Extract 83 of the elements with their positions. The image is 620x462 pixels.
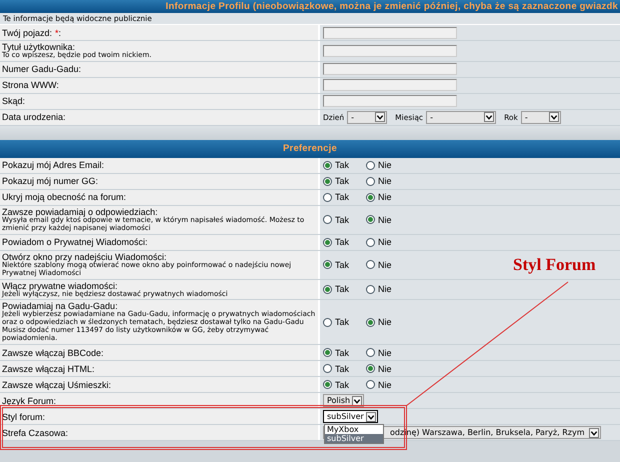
field-label: Pokazuj mój numer GG: <box>2 176 100 186</box>
annotation-label: Styl Forum <box>513 255 596 276</box>
dropdown[interactable]: Polish <box>323 394 364 408</box>
option-label: Tak <box>335 348 350 358</box>
field-label: Zawsze włączaj BBCode: <box>2 348 105 358</box>
radio-button[interactable] <box>366 238 375 247</box>
option-label: Tak <box>335 284 350 294</box>
field-label: Strona WWW: <box>2 80 60 90</box>
radio-button[interactable] <box>323 380 332 390</box>
caret-icon <box>589 428 599 438</box>
field-label: Twój pojazd: *: <box>2 28 62 38</box>
radio-button[interactable] <box>323 160 332 170</box>
caret-icon <box>548 112 559 122</box>
field-label: Otwórz okno przy nadejściu Wiadomości: <box>2 252 167 262</box>
option-label: Nie <box>378 348 392 358</box>
option-label: Tak <box>335 364 350 374</box>
field-label: Powiadom o Prywatnej Wiadomości: <box>2 237 149 248</box>
option-label: Tak <box>335 176 350 186</box>
caret-icon <box>484 112 494 122</box>
field-label: Data urodzenia: <box>2 112 67 122</box>
radio-button[interactable] <box>323 364 332 374</box>
input-field[interactable] <box>323 26 457 38</box>
field-label: Styl forum: <box>2 412 46 422</box>
option-label: Tak <box>335 380 350 390</box>
radio-button[interactable] <box>323 348 332 358</box>
field-label: Zawsze włączaj HTML: <box>2 364 96 374</box>
radio-button[interactable] <box>323 318 332 327</box>
input-field[interactable] <box>323 79 457 92</box>
dropdown[interactable]: - <box>347 110 388 124</box>
input-field[interactable] <box>323 95 457 108</box>
option-label: Nie <box>378 364 392 374</box>
section-title: Informacje Profilu (nieobowiązkowe, można je zmienić później, chyba że są zaznaczone gwiazdk <box>0 0 620 13</box>
field-label: Skąd: <box>2 96 26 106</box>
radio-button[interactable] <box>366 160 375 170</box>
option-label: Nie <box>378 260 392 270</box>
field-label: Strefa Czasowa: <box>2 428 70 438</box>
field-label: Ukryj moją obecność na forum: <box>2 192 128 202</box>
radio-button[interactable] <box>366 348 375 358</box>
field-label: Włącz prywatne wiadomości: <box>2 280 118 291</box>
field-label: Zawsze włączaj Uśmieszki: <box>2 380 112 390</box>
radio-button[interactable] <box>323 215 332 224</box>
radio-button[interactable] <box>366 176 375 186</box>
option-label: Nie <box>378 214 392 225</box>
section-title: Preferencje <box>0 140 620 158</box>
input-field[interactable] <box>323 44 457 57</box>
field-label: Język Forum: <box>2 396 58 406</box>
field-label: Pokazuj mój Adres Email: <box>2 160 106 170</box>
option-label: Nie <box>378 284 392 294</box>
radio-button[interactable] <box>366 284 375 294</box>
field-label: Zawsze powiadamiaj o odpowiedziach: <box>2 206 159 217</box>
field-label: Tytuł użytkownika: <box>2 42 76 52</box>
caret-icon <box>375 112 386 122</box>
option-label: Tak <box>335 192 350 202</box>
radio-button[interactable] <box>366 380 375 390</box>
option-label: Nie <box>378 317 392 328</box>
option-label: Nie <box>378 192 392 202</box>
option-label: Nie <box>378 380 392 390</box>
radio-button[interactable] <box>366 192 375 202</box>
radio-button[interactable] <box>323 238 332 247</box>
radio-button[interactable] <box>366 215 375 224</box>
dropdown-option[interactable]: subSilver <box>325 434 383 444</box>
option-label: Tak <box>335 160 350 170</box>
radio-button[interactable] <box>323 192 332 202</box>
option-label: Tak <box>335 317 350 328</box>
field-label: Numer Gadu-Gadu: <box>2 64 82 74</box>
option-label: Tak <box>335 214 350 225</box>
radio-button[interactable] <box>323 176 332 186</box>
radio-button[interactable] <box>366 260 375 270</box>
radio-button[interactable] <box>323 284 332 294</box>
caret-icon <box>352 396 362 406</box>
option-label: Nie <box>378 237 392 248</box>
radio-button[interactable] <box>323 260 332 270</box>
dropdown[interactable]: - <box>520 110 561 124</box>
option-label: Tak <box>335 237 350 248</box>
radio-button[interactable] <box>366 318 375 327</box>
option-label: Nie <box>378 176 392 186</box>
radio-button[interactable] <box>366 364 375 374</box>
dropdown-option[interactable]: MyXbox <box>325 425 383 434</box>
option-label: Nie <box>378 160 392 170</box>
field-label: Powiadamiaj na Gadu-Gadu: <box>2 301 119 312</box>
dropdown[interactable]: - <box>426 110 496 124</box>
input-field[interactable] <box>323 63 457 76</box>
option-label: Tak <box>335 260 350 270</box>
